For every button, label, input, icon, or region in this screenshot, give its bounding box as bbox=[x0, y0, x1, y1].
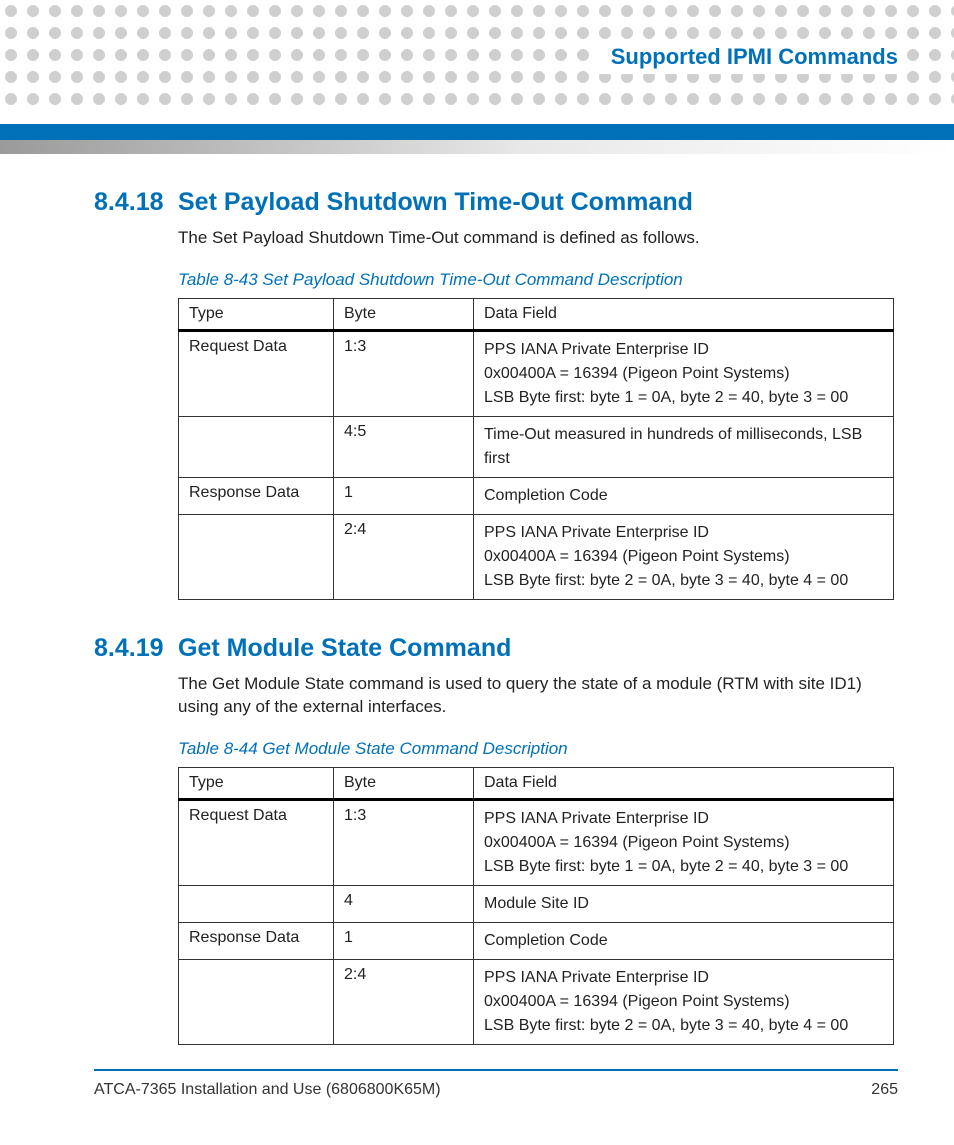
section-title: Get Module State Command bbox=[178, 634, 511, 663]
section-intro: The Get Module State command is used to … bbox=[178, 673, 894, 719]
cell-data: Time-Out measured in hundreds of millise… bbox=[474, 416, 894, 477]
cell-data: PPS IANA Private Enterprise ID0x00400A =… bbox=[474, 799, 894, 885]
cell-data: PPS IANA Private Enterprise ID0x00400A =… bbox=[474, 514, 894, 599]
header-gradient-bar bbox=[0, 140, 954, 154]
table-row: 2:4 PPS IANA Private Enterprise ID0x0040… bbox=[179, 959, 894, 1044]
chapter-title: Supported IPMI Commands bbox=[611, 44, 898, 69]
col-header-type: Type bbox=[179, 767, 334, 799]
cell-type bbox=[179, 959, 334, 1044]
table-row: Response Data 1 Completion Code bbox=[179, 477, 894, 514]
cell-type bbox=[179, 514, 334, 599]
table-header-row: Type Byte Data Field bbox=[179, 767, 894, 799]
col-header-data: Data Field bbox=[474, 767, 894, 799]
footer-doc-id: ATCA-7365 Installation and Use (6806800K… bbox=[94, 1081, 441, 1099]
cell-data: PPS IANA Private Enterprise ID0x00400A =… bbox=[474, 959, 894, 1044]
command-table: Type Byte Data Field Request Data 1:3 PP… bbox=[178, 298, 894, 600]
col-header-data: Data Field bbox=[474, 298, 894, 330]
cell-type bbox=[179, 885, 334, 922]
cell-byte: 4 bbox=[334, 885, 474, 922]
col-header-type: Type bbox=[179, 298, 334, 330]
footer-page-number: 265 bbox=[871, 1081, 898, 1099]
cell-data: Completion Code bbox=[474, 922, 894, 959]
cell-byte: 1:3 bbox=[334, 799, 474, 885]
col-header-byte: Byte bbox=[334, 767, 474, 799]
cell-byte: 1 bbox=[334, 922, 474, 959]
section-heading: 8.4.18 Set Payload Shutdown Time-Out Com… bbox=[94, 188, 894, 217]
command-table: Type Byte Data Field Request Data 1:3 PP… bbox=[178, 767, 894, 1045]
cell-type: Response Data bbox=[179, 477, 334, 514]
table-row: 4 Module Site ID bbox=[179, 885, 894, 922]
table-row: Request Data 1:3 PPS IANA Private Enterp… bbox=[179, 330, 894, 416]
section-number: 8.4.18 bbox=[94, 188, 178, 217]
cell-type bbox=[179, 416, 334, 477]
cell-data: Completion Code bbox=[474, 477, 894, 514]
cell-byte: 2:4 bbox=[334, 959, 474, 1044]
page-content: 8.4.18 Set Payload Shutdown Time-Out Com… bbox=[94, 180, 894, 1079]
cell-type: Request Data bbox=[179, 330, 334, 416]
table-caption: Table 8-43 Set Payload Shutdown Time-Out… bbox=[178, 270, 894, 290]
table-row: 2:4 PPS IANA Private Enterprise ID0x0040… bbox=[179, 514, 894, 599]
cell-data: Module Site ID bbox=[474, 885, 894, 922]
table-row: Response Data 1 Completion Code bbox=[179, 922, 894, 959]
section-number: 8.4.19 bbox=[94, 634, 178, 663]
section-title: Set Payload Shutdown Time-Out Command bbox=[178, 188, 693, 217]
header-title-wrap: Supported IPMI Commands bbox=[589, 40, 898, 74]
header-blue-bar bbox=[0, 124, 954, 140]
table-row: 4:5 Time-Out measured in hundreds of mil… bbox=[179, 416, 894, 477]
cell-byte: 1 bbox=[334, 477, 474, 514]
table-header-row: Type Byte Data Field bbox=[179, 298, 894, 330]
table-caption: Table 8-44 Get Module State Command Desc… bbox=[178, 739, 894, 759]
page-footer: ATCA-7365 Installation and Use (6806800K… bbox=[94, 1069, 898, 1099]
table-row: Request Data 1:3 PPS IANA Private Enterp… bbox=[179, 799, 894, 885]
col-header-byte: Byte bbox=[334, 298, 474, 330]
cell-type: Request Data bbox=[179, 799, 334, 885]
cell-byte: 4:5 bbox=[334, 416, 474, 477]
cell-type: Response Data bbox=[179, 922, 334, 959]
cell-data: PPS IANA Private Enterprise ID0x00400A =… bbox=[474, 330, 894, 416]
section-heading: 8.4.19 Get Module State Command bbox=[94, 634, 894, 663]
section-intro: The Set Payload Shutdown Time-Out comman… bbox=[178, 227, 894, 250]
cell-byte: 1:3 bbox=[334, 330, 474, 416]
cell-byte: 2:4 bbox=[334, 514, 474, 599]
